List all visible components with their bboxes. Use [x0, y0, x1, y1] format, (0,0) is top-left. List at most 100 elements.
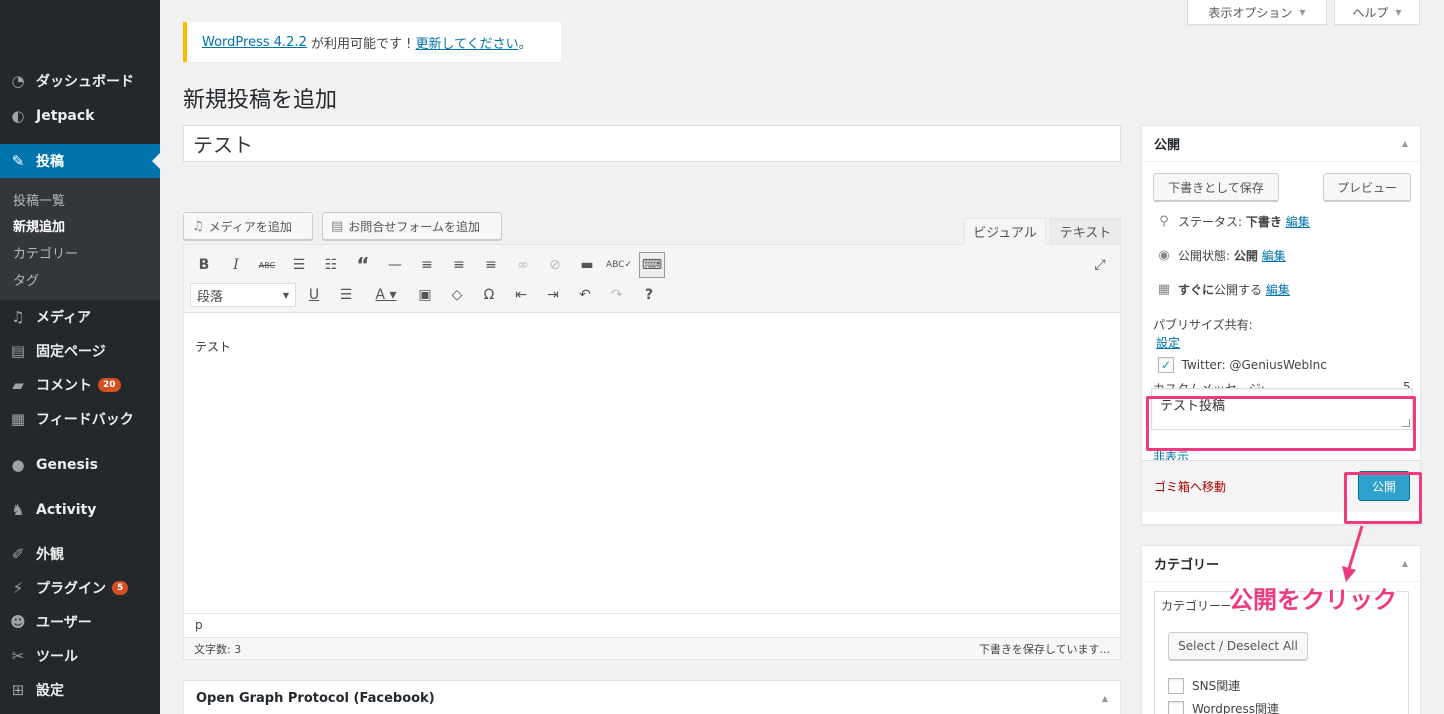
- menu-label: Activity: [36, 502, 97, 518]
- paste-text-icon[interactable]: ▣: [413, 283, 437, 307]
- help-icon[interactable]: ?: [637, 283, 661, 307]
- publish-label: 公開: [1371, 479, 1396, 494]
- menu-jetpack[interactable]: ◐ Jetpack: [0, 99, 160, 133]
- menu-dashboard[interactable]: ◔ ダッシュボード: [0, 64, 160, 98]
- autosave-status: 下書きを保存しています...: [978, 642, 1110, 656]
- submenu-all-posts[interactable]: 投稿一覧: [13, 190, 65, 209]
- justify-icon[interactable]: ☰: [334, 283, 358, 307]
- blockquote-icon[interactable]: “: [351, 253, 375, 277]
- redo-icon[interactable]: ↷: [605, 283, 629, 307]
- og-postbox: Open Graph Protocol (Facebook) ▲: [183, 680, 1121, 714]
- post-title-input[interactable]: [183, 125, 1121, 162]
- add-form-button[interactable]: ▤ お問合せフォームを追加: [322, 212, 502, 240]
- status-row: ⚲ ステータス: 下書き 編集: [1154, 213, 1310, 230]
- twitter-row: ✓ Twitter: @GeniusWebInc: [1158, 357, 1327, 373]
- menu-settings[interactable]: ⊞ 設定: [0, 673, 160, 707]
- publicize-settings-link[interactable]: 設定: [1156, 334, 1180, 351]
- menu-label: 外観: [36, 547, 64, 563]
- menu-feedback[interactable]: ▦ フィードバック: [0, 402, 160, 436]
- tab-visual[interactable]: ビジュアル: [964, 218, 1046, 245]
- menu-plugins[interactable]: ⚡ プラグイン 5: [0, 571, 160, 605]
- schedule-text: 公開する: [1214, 283, 1263, 297]
- category-title: カテゴリー: [1154, 558, 1220, 573]
- collapse-icon[interactable]: ▲: [1402, 559, 1408, 568]
- add-media-button[interactable]: ♫ メディアを追加: [183, 212, 313, 240]
- edit-visibility-link[interactable]: 編集: [1262, 247, 1286, 264]
- collapse-icon[interactable]: ▲: [1402, 139, 1408, 148]
- menu-users[interactable]: ☻ ユーザー: [0, 605, 160, 639]
- clear-formatting-icon[interactable]: ◇: [445, 283, 469, 307]
- undo-icon[interactable]: ↶: [573, 283, 597, 307]
- category-checkbox[interactable]: [1168, 677, 1184, 694]
- edit-schedule-link[interactable]: 編集: [1266, 281, 1290, 298]
- menu-activity[interactable]: ♞ Activity: [0, 493, 160, 527]
- edit-status-link[interactable]: 編集: [1286, 213, 1310, 230]
- jetpack-icon: ◐: [11, 107, 25, 125]
- menu-posts[interactable]: ✎ 投稿: [0, 144, 160, 178]
- menu-pages[interactable]: ▤ 固定ページ: [0, 334, 160, 368]
- outdent-icon[interactable]: ⇤: [509, 283, 533, 307]
- custom-message-textarea[interactable]: テスト投稿: [1151, 388, 1413, 430]
- og-title: Open Graph Protocol (Facebook): [196, 691, 435, 706]
- horizontal-line-icon[interactable]: —: [383, 253, 407, 277]
- category-checkbox[interactable]: [1168, 700, 1184, 714]
- menu-label: 設定: [36, 683, 64, 699]
- read-more-icon[interactable]: ▬: [575, 253, 599, 277]
- strikethrough-icon[interactable]: ABC: [255, 253, 279, 277]
- notice-text: が利用可能です !: [306, 36, 416, 52]
- align-right-icon[interactable]: ≡: [479, 253, 503, 277]
- schedule-strong: すぐに: [1178, 283, 1215, 297]
- publish-postbox: 公開 ▲ 下書きとして保存 プレビュー ⚲ ステータス: 下書き 編集 ◉ 公開状態:…: [1141, 125, 1421, 525]
- menu-comments[interactable]: ▰ コメント 20: [0, 368, 160, 402]
- bullet-list-icon[interactable]: ☰: [287, 253, 311, 277]
- tab-text[interactable]: テキスト: [1050, 218, 1121, 245]
- align-left-icon[interactable]: ≡: [415, 253, 439, 277]
- update-link[interactable]: 更新してください: [415, 33, 518, 52]
- underline-icon[interactable]: U: [302, 283, 326, 307]
- text-color-icon[interactable]: A ▾: [366, 283, 406, 307]
- preview-button[interactable]: プレビュー: [1323, 173, 1411, 201]
- pin-icon: ⚲: [1159, 214, 1169, 229]
- annotation-arrow-icon: [1342, 525, 1364, 582]
- bold-icon[interactable]: B: [192, 253, 216, 277]
- menu-media[interactable]: ♫ メディア: [0, 300, 160, 334]
- wp-version-link[interactable]: WordPress 4.2.2: [202, 35, 307, 50]
- align-center-icon[interactable]: ≡: [447, 253, 471, 277]
- resize-handle[interactable]: [1402, 419, 1410, 427]
- toolbar-toggle-icon[interactable]: ⌨: [639, 252, 665, 278]
- menu-label: コメント: [36, 378, 92, 394]
- editor-content[interactable]: テスト: [195, 338, 231, 355]
- publish-postbox-header[interactable]: 公開 ▲: [1142, 126, 1420, 162]
- form-icon: ▤: [331, 218, 344, 234]
- fullscreen-icon[interactable]: ⤢: [1088, 253, 1112, 277]
- numbered-list-icon[interactable]: ☷: [319, 253, 343, 277]
- collapse-icon[interactable]: ▲: [1102, 694, 1108, 703]
- italic-icon[interactable]: I: [224, 253, 248, 277]
- special-char-icon[interactable]: Ω: [477, 283, 501, 307]
- save-draft-button[interactable]: 下書きとして保存: [1153, 173, 1279, 201]
- og-postbox-header[interactable]: Open Graph Protocol (Facebook) ▲: [184, 681, 1120, 714]
- submenu-tags[interactable]: タグ: [13, 270, 39, 289]
- chevron-down-icon: ▼: [282, 290, 289, 300]
- help-button[interactable]: ヘルプ ▼: [1334, 0, 1420, 25]
- submenu-add-new[interactable]: 新規追加: [13, 216, 65, 235]
- publish-button[interactable]: 公開: [1358, 471, 1410, 501]
- submenu-categories[interactable]: カテゴリー: [13, 243, 78, 262]
- indent-icon[interactable]: ⇥: [541, 283, 565, 307]
- trash-link[interactable]: ゴミ箱へ移動: [1154, 478, 1226, 495]
- menu-genesis[interactable]: ● Genesis: [0, 448, 160, 482]
- spellcheck-icon[interactable]: ABC✓: [606, 253, 632, 277]
- publicize-label: パブリサイズ共有:: [1153, 318, 1253, 332]
- add-media-label: メディアを追加: [208, 219, 292, 234]
- link-icon[interactable]: ∞: [511, 253, 535, 277]
- select-all-button[interactable]: Select / Deselect All: [1168, 632, 1308, 660]
- dashboard-icon: ◔: [11, 72, 25, 90]
- help-label: ヘルプ: [1352, 5, 1389, 20]
- format-select[interactable]: 段落 ▼: [190, 283, 296, 307]
- menu-appearance[interactable]: ✐ 外観: [0, 537, 160, 571]
- twitter-checkbox[interactable]: ✓: [1158, 357, 1174, 373]
- unlink-icon[interactable]: ⊘: [543, 253, 567, 277]
- custom-message-text: テスト投稿: [1160, 399, 1226, 414]
- menu-tools[interactable]: ✂ ツール: [0, 639, 160, 673]
- screen-options-button[interactable]: 表示オプション ▼: [1187, 0, 1327, 25]
